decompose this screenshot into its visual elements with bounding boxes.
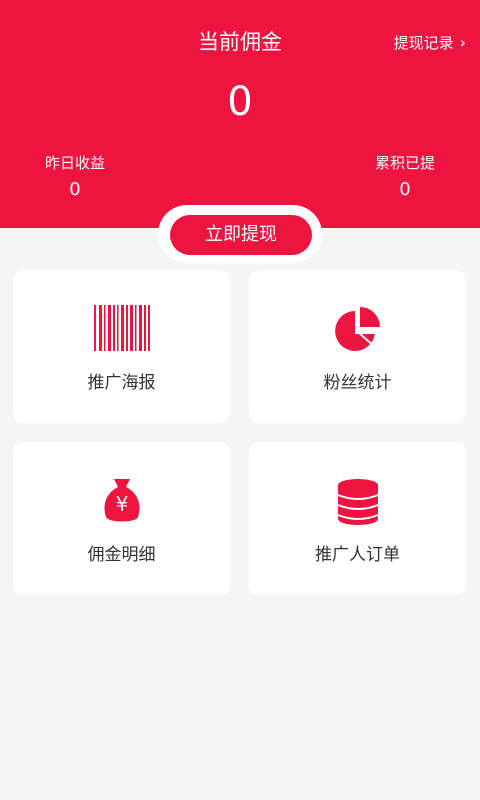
total-withdrawn: 累积已提 0 — [360, 152, 450, 200]
svg-text:¥: ¥ — [115, 492, 128, 516]
total-withdrawn-label: 累积已提 — [374, 154, 435, 172]
total-withdrawn-value: 0 — [399, 179, 411, 200]
yesterday-earnings: 昨日收益 0 — [30, 152, 120, 200]
money-bag-icon: ¥ — [102, 477, 142, 529]
yesterday-earnings-label: 昨日收益 — [44, 154, 105, 172]
promotion-poster-label: 推广海报 — [87, 373, 156, 393]
fans-statistics-card[interactable]: 粉丝统计 — [249, 270, 466, 423]
commission-header: 当前佣金 提现记录 › 0 昨日收益 0 累积已提 0 — [0, 0, 480, 228]
yesterday-earnings-value: 0 — [69, 179, 81, 200]
fans-statistics-label: 粉丝统计 — [323, 373, 392, 393]
referral-orders-label: 推广人订单 — [315, 545, 400, 565]
withdraw-records-link[interactable]: 提现记录 › — [394, 32, 466, 53]
referral-orders-card[interactable]: 推广人订单 — [249, 442, 466, 595]
commission-details-label: 佣金明细 — [87, 545, 156, 565]
chevron-right-icon: › — [459, 33, 466, 52]
commission-details-card[interactable]: ¥ 佣金明细 — [13, 442, 230, 595]
coin-stack-icon — [336, 477, 380, 529]
promotion-poster-card[interactable]: 推广海报 — [13, 270, 230, 423]
pie-chart-icon — [333, 305, 383, 357]
withdraw-now-button[interactable]: 立即提现 — [170, 215, 312, 255]
barcode-icon — [92, 305, 152, 355]
current-commission-amount: 0 — [227, 79, 253, 125]
withdraw-records-label: 提现记录 — [393, 34, 454, 52]
